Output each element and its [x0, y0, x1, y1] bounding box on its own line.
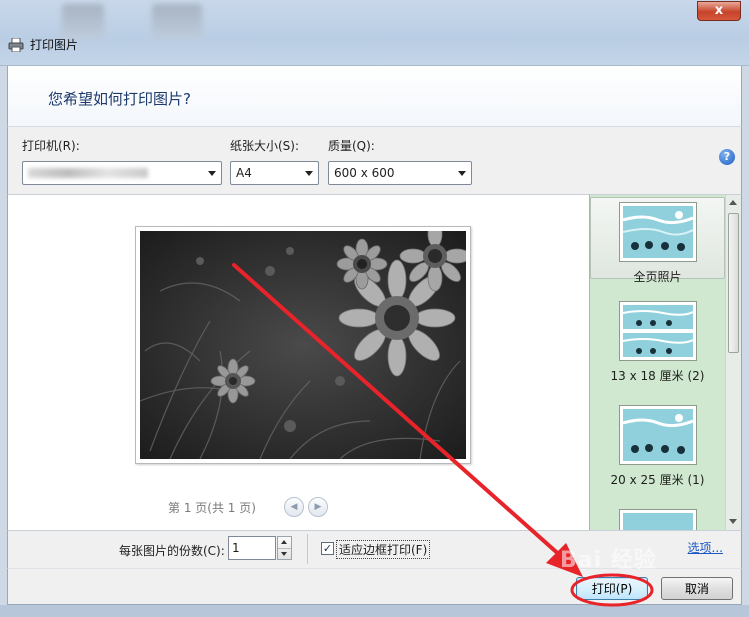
chevron-down-icon: [281, 552, 287, 556]
paper-size-value: A4: [236, 166, 252, 180]
chevron-left-icon: ◀: [290, 502, 298, 512]
layout-scrollbar[interactable]: [725, 195, 741, 531]
cancel-button[interactable]: 取消: [661, 577, 733, 600]
quality-select[interactable]: 600 x 600: [328, 161, 472, 185]
layout-item-full-page[interactable]: 全页照片: [590, 197, 725, 284]
window-titlebar: x 打印图片: [0, 0, 749, 66]
help-glyph: ?: [723, 150, 731, 163]
blurred-taskbar-thumb: [62, 4, 104, 40]
chevron-down-icon: [208, 171, 216, 176]
layout-list: 全页照片 13 x 18 厘米 (2) 20 x 25 厘米 (1): [589, 194, 742, 531]
chevron-down-icon: [305, 171, 313, 176]
stepper-down[interactable]: [278, 548, 291, 559]
layout-caption: 全页照片: [633, 270, 682, 284]
dialog-header: 您希望如何打印图片?: [7, 66, 742, 126]
layout-thumbnail: [618, 301, 697, 361]
check-icon: ✓: [322, 542, 333, 555]
quality-value: 600 x 600: [334, 166, 395, 180]
window-title-text: 打印图片: [30, 38, 79, 52]
printer-label: 打印机(R):: [22, 139, 80, 153]
scroll-up-icon[interactable]: [729, 200, 737, 205]
next-page-button[interactable]: ▶: [308, 497, 328, 517]
preview-photo: [135, 226, 471, 464]
close-icon: x: [714, 3, 724, 18]
watermark-text: Bai 经验: [560, 548, 657, 573]
fit-frame-label[interactable]: 适应边框打印(F): [336, 540, 431, 559]
fit-frame-checkbox[interactable]: ✓: [321, 542, 334, 555]
layout-item-20x25[interactable]: 20 x 25 厘米 (1): [590, 405, 725, 487]
chevron-right-icon: ▶: [314, 502, 322, 512]
paper-size-label: 纸张大小(S):: [230, 139, 300, 153]
divider: [307, 534, 308, 564]
layout-caption: 20 x 25 厘米 (1): [610, 473, 705, 487]
chevron-up-icon: [281, 540, 287, 544]
layout-thumbnail: [618, 202, 697, 262]
copies-label: 每张图片的份数(C):: [119, 544, 225, 558]
layout-thumbnail: [618, 405, 697, 465]
chevron-down-icon: [458, 171, 466, 176]
page-indicator: 第 1 页(共 1 页): [168, 501, 256, 515]
copies-stepper[interactable]: [277, 536, 292, 560]
print-options-bar: 打印机(R): 纸张大小(S): A4 质量(Q): 600 x 600 ?: [7, 126, 742, 194]
previous-page-button[interactable]: ◀: [284, 497, 304, 517]
window-title: 打印图片: [8, 36, 78, 53]
printer-icon: [8, 37, 24, 52]
layout-thumbnail: [618, 509, 697, 531]
background-strip: [0, 605, 749, 617]
quality-label: 质量(Q):: [328, 139, 375, 153]
stepper-up[interactable]: [278, 537, 291, 548]
options-link[interactable]: 选项...: [688, 539, 723, 556]
close-button[interactable]: x: [697, 1, 741, 21]
paper-size-select[interactable]: A4: [230, 161, 319, 185]
print-button[interactable]: 打印(P): [576, 577, 648, 600]
blurred-printer-name: [28, 168, 148, 178]
help-icon[interactable]: ?: [719, 149, 735, 165]
scroll-down-icon[interactable]: [729, 519, 737, 524]
layout-item-13x18[interactable]: 13 x 18 厘米 (2): [590, 301, 725, 383]
copies-input[interactable]: 1: [228, 536, 276, 560]
printer-select[interactable]: [22, 161, 222, 185]
layout-item-partial[interactable]: [590, 509, 725, 531]
print-preview-pane: 第 1 页(共 1 页) ◀ ▶: [7, 194, 589, 530]
scrollbar-thumb[interactable]: [728, 213, 739, 353]
blurred-taskbar-thumb: [152, 4, 202, 40]
layout-caption: 13 x 18 厘米 (2): [610, 369, 705, 383]
page-title: 您希望如何打印图片?: [48, 90, 191, 108]
